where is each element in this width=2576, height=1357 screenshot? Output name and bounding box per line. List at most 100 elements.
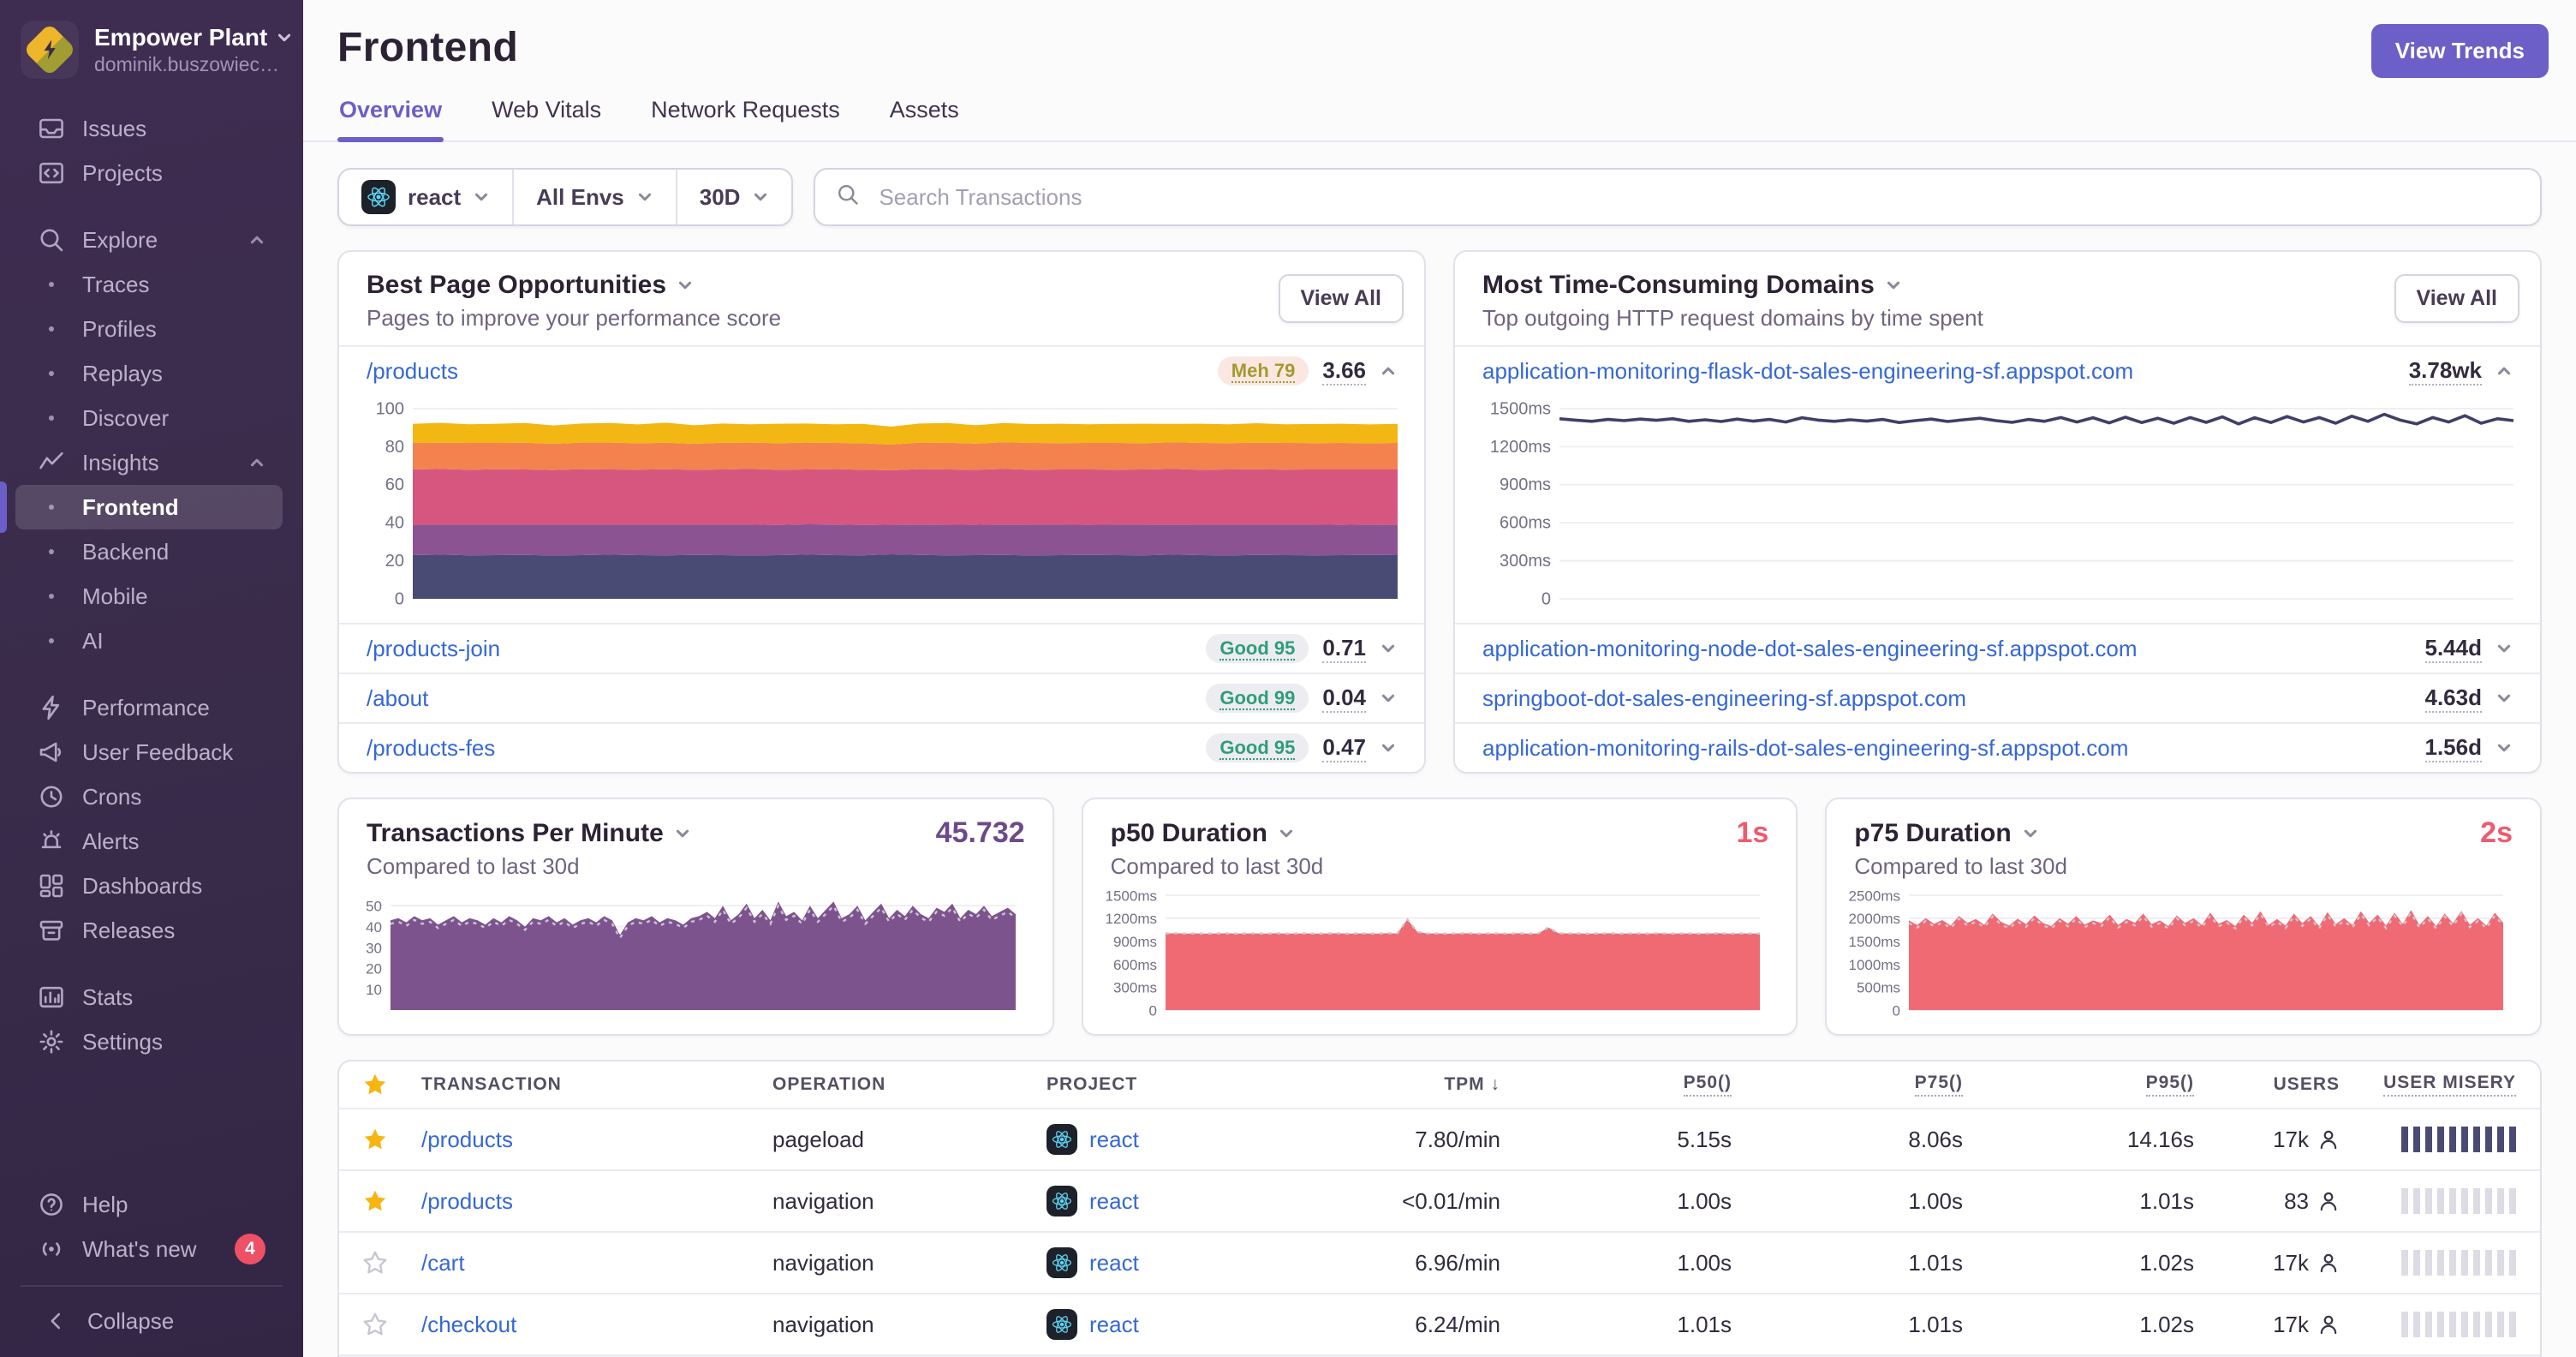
- project-link[interactable]: react: [1089, 1250, 1139, 1276]
- sidebar-item-alerts[interactable]: Alerts: [15, 819, 283, 864]
- sidebar-item-label: Profiles: [82, 315, 157, 342]
- project-link[interactable]: react: [1089, 1127, 1139, 1153]
- chevron-down-icon[interactable]: [2022, 825, 2039, 842]
- view-all-button[interactable]: View All: [1278, 274, 1404, 323]
- bullet-icon: [38, 627, 65, 655]
- view-trends-button[interactable]: View Trends: [2370, 24, 2549, 78]
- transaction-link[interactable]: /cart: [421, 1250, 465, 1276]
- sidebar-item-performance[interactable]: Performance: [15, 685, 283, 730]
- chevron-down-icon[interactable]: [1380, 640, 1397, 657]
- project-link[interactable]: react: [1089, 1188, 1139, 1215]
- column-header-project[interactable]: PROJECT: [1046, 1074, 1329, 1095]
- sidebar-item-insights[interactable]: Insights: [15, 440, 283, 485]
- sidebar-item-projects[interactable]: Projects: [15, 151, 283, 195]
- chevron-down-icon[interactable]: [677, 277, 694, 294]
- sidebar-item-replays[interactable]: Replays: [15, 351, 283, 396]
- tab-network-requests[interactable]: Network Requests: [649, 97, 842, 140]
- column-header-transaction[interactable]: TRANSACTION: [421, 1074, 772, 1095]
- column-header-users[interactable]: USERS: [2194, 1074, 2340, 1095]
- project-filter[interactable]: react: [339, 170, 512, 224]
- transaction-link[interactable]: /about: [367, 685, 428, 712]
- search-icon: [38, 226, 65, 254]
- chevron-down-icon[interactable]: [674, 825, 691, 842]
- sidebar-item-discover[interactable]: Discover: [15, 396, 283, 440]
- chevron-down-icon[interactable]: [2496, 739, 2513, 756]
- sidebar-item-label: Issues: [82, 115, 147, 141]
- sidebar-item-what-s-new[interactable]: What's new 4: [15, 1227, 283, 1271]
- sidebar-item-help[interactable]: Help: [15, 1182, 283, 1227]
- sidebar-item-settings[interactable]: Settings: [15, 1019, 283, 1064]
- column-header-p95-[interactable]: P95(): [1963, 1073, 2194, 1097]
- sidebar-item-user-feedback[interactable]: User Feedback: [15, 730, 283, 774]
- metric-title: p50 Duration: [1110, 818, 1268, 847]
- transaction-link[interactable]: /products: [367, 358, 458, 385]
- star-column-header[interactable]: [363, 1073, 421, 1097]
- column-header-user-misery[interactable]: USER MISERY: [2340, 1073, 2516, 1097]
- column-header-tpm[interactable]: TPM ↓: [1329, 1074, 1500, 1095]
- score-badge: Good 95: [1206, 634, 1309, 663]
- tab-overview[interactable]: Overview: [337, 97, 444, 141]
- table-row: /products pageload react 7.80/min 5.15s …: [339, 1108, 2540, 1169]
- star-outline-icon[interactable]: [363, 1312, 421, 1336]
- bullet-icon: [38, 404, 65, 432]
- domain-link[interactable]: application-monitoring-node-dot-sales-en…: [1482, 636, 2138, 662]
- star-filled-icon[interactable]: [363, 1189, 421, 1213]
- p75-cell: 1.00s: [1908, 1187, 1963, 1214]
- project-cell: react: [1046, 1309, 1329, 1340]
- star-outline-icon[interactable]: [363, 1251, 421, 1275]
- column-header-operation[interactable]: OPERATION: [772, 1074, 1046, 1095]
- chevron-up-icon[interactable]: [1380, 362, 1397, 380]
- sidebar-item-issues[interactable]: Issues: [15, 106, 283, 151]
- transaction-link[interactable]: /products: [421, 1188, 513, 1214]
- star-filled-icon[interactable]: [363, 1127, 421, 1151]
- domain-link[interactable]: springboot-dot-sales-engineering-sf.apps…: [1482, 685, 1966, 712]
- chevron-down-icon[interactable]: [1885, 277, 1902, 294]
- sidebar-item-crons[interactable]: Crons: [15, 774, 283, 819]
- settings-icon: [39, 1030, 63, 1054]
- domain-link[interactable]: application-monitoring-rails-dot-sales-e…: [1482, 735, 2128, 762]
- chevron-down-icon[interactable]: [1380, 690, 1397, 707]
- react-icon: [1046, 1124, 1077, 1155]
- transaction-link[interactable]: /products-join: [367, 636, 500, 662]
- sidebar-item-frontend[interactable]: Frontend: [0, 481, 283, 533]
- project-link[interactable]: react: [1089, 1312, 1139, 1338]
- svg-text:40: 40: [366, 919, 382, 936]
- view-all-button[interactable]: View All: [2394, 274, 2519, 323]
- transaction-link[interactable]: /checkout: [421, 1312, 516, 1337]
- org-switcher[interactable]: Empower Plant dominik.buszowiec…: [0, 0, 303, 99]
- tpm-cell: 6.96/min: [1415, 1249, 1500, 1276]
- sidebar-item-dashboards[interactable]: Dashboards: [15, 864, 283, 908]
- sidebar-item-traces[interactable]: Traces: [15, 262, 283, 307]
- transaction-link[interactable]: /products: [421, 1127, 513, 1152]
- tab-assets[interactable]: Assets: [888, 97, 961, 140]
- column-header-p50-[interactable]: P50(): [1500, 1073, 1732, 1097]
- sidebar-collapse-button[interactable]: Collapse: [21, 1299, 283, 1343]
- domain-link[interactable]: application-monitoring-flask-dot-sales-e…: [1482, 358, 2133, 385]
- chevron-down-icon[interactable]: [1278, 825, 1295, 842]
- chevron-up-icon[interactable]: [2496, 362, 2513, 380]
- opportunity-score: 0.47: [1322, 733, 1366, 763]
- metric-title: Transactions Per Minute: [367, 818, 664, 847]
- user-icon: [2320, 1253, 2337, 1273]
- column-header-p75-[interactable]: P75(): [1732, 1073, 1963, 1097]
- sidebar-item-mobile[interactable]: Mobile: [15, 574, 283, 619]
- sidebar-item-ai[interactable]: AI: [15, 619, 283, 663]
- domain-row: application-monitoring-flask-dot-sales-e…: [1455, 345, 2540, 395]
- sidebar-item-label: Alerts: [82, 828, 140, 854]
- sidebar-item-explore[interactable]: Explore: [15, 218, 283, 262]
- tab-web-vitals[interactable]: Web Vitals: [490, 97, 603, 140]
- sidebar-item-profiles[interactable]: Profiles: [15, 307, 283, 351]
- chevron-down-icon[interactable]: [2496, 690, 2513, 707]
- sidebar-item-releases[interactable]: Releases: [15, 908, 283, 953]
- date-range-filter[interactable]: 30D: [675, 170, 792, 224]
- transaction-link[interactable]: /products-fes: [367, 735, 495, 762]
- chevron-down-icon[interactable]: [2496, 640, 2513, 657]
- environment-filter[interactable]: All Envs: [512, 170, 676, 224]
- chevron-down-icon[interactable]: [1380, 739, 1397, 756]
- search-input[interactable]: [875, 182, 2519, 212]
- svg-text:300ms: 300ms: [1113, 980, 1157, 996]
- sidebar-item-stats[interactable]: Stats: [15, 975, 283, 1019]
- time-consuming-domains-panel: Most Time-Consuming Domains Top outgoing…: [1453, 250, 2542, 774]
- sidebar-item-backend[interactable]: Backend: [15, 529, 283, 574]
- search-icon: [836, 182, 860, 213]
